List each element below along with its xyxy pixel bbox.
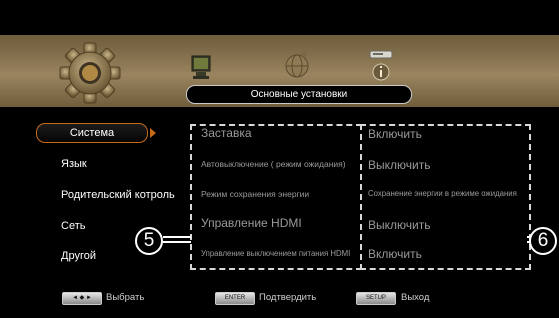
callout-line-left — [163, 236, 191, 238]
value-power-saving-mode[interactable]: Сохранение энергии в режиме ожидания — [368, 189, 517, 198]
option-hdmi-control[interactable]: Управление HDMI — [201, 216, 302, 230]
callout-line-right — [527, 241, 531, 243]
page-title: Основные установки — [186, 85, 412, 104]
value-screensaver[interactable]: Включить — [368, 127, 422, 141]
callout-line-left — [163, 241, 191, 243]
value-hdmi-power-off-control[interactable]: Включить — [368, 247, 422, 261]
option-hdmi-power-off-control[interactable]: Управление выключением питания HDMI — [201, 249, 350, 258]
confirm-hint: Подтвердить — [259, 292, 317, 303]
category-item-parental-control[interactable]: Родительский котроль — [30, 186, 180, 204]
navigate-hint: Выбрать — [106, 292, 145, 303]
display-icon[interactable] — [190, 54, 212, 82]
category-item-label: Родительский котроль — [61, 189, 175, 201]
callout-number-right: 6 — [529, 227, 557, 255]
setup-menu-screen: Основные установки Система Язык Родитель… — [0, 0, 559, 318]
setup-key-icon: SETUP — [356, 292, 396, 305]
globe-icon[interactable] — [282, 46, 312, 82]
selection-arrow-icon — [150, 128, 156, 138]
device-info-icon[interactable] — [368, 48, 394, 84]
category-item-language[interactable]: Язык — [30, 155, 180, 173]
option-power-saving-mode[interactable]: Режим сохранения энергии — [201, 189, 309, 199]
navigate-keys-icon: ◄ ◆ ► — [62, 292, 102, 305]
category-item-label: Язык — [61, 158, 87, 170]
callout-number-left: 5 — [135, 227, 163, 255]
gear-icon[interactable] — [45, 42, 135, 104]
category-item-system[interactable]: Система — [36, 123, 148, 143]
exit-hint: Выход — [401, 292, 430, 303]
category-item-label: Система — [69, 127, 115, 139]
option-screensaver[interactable]: Заставка — [201, 126, 252, 140]
option-auto-standby[interactable]: Автовыключение ( режим ожидания) — [201, 159, 346, 169]
callout-line-right — [527, 236, 531, 238]
value-hdmi-control[interactable]: Выключить — [368, 218, 430, 232]
enter-key-icon: ENTER — [215, 292, 255, 305]
value-auto-standby[interactable]: Выключить — [368, 158, 430, 172]
